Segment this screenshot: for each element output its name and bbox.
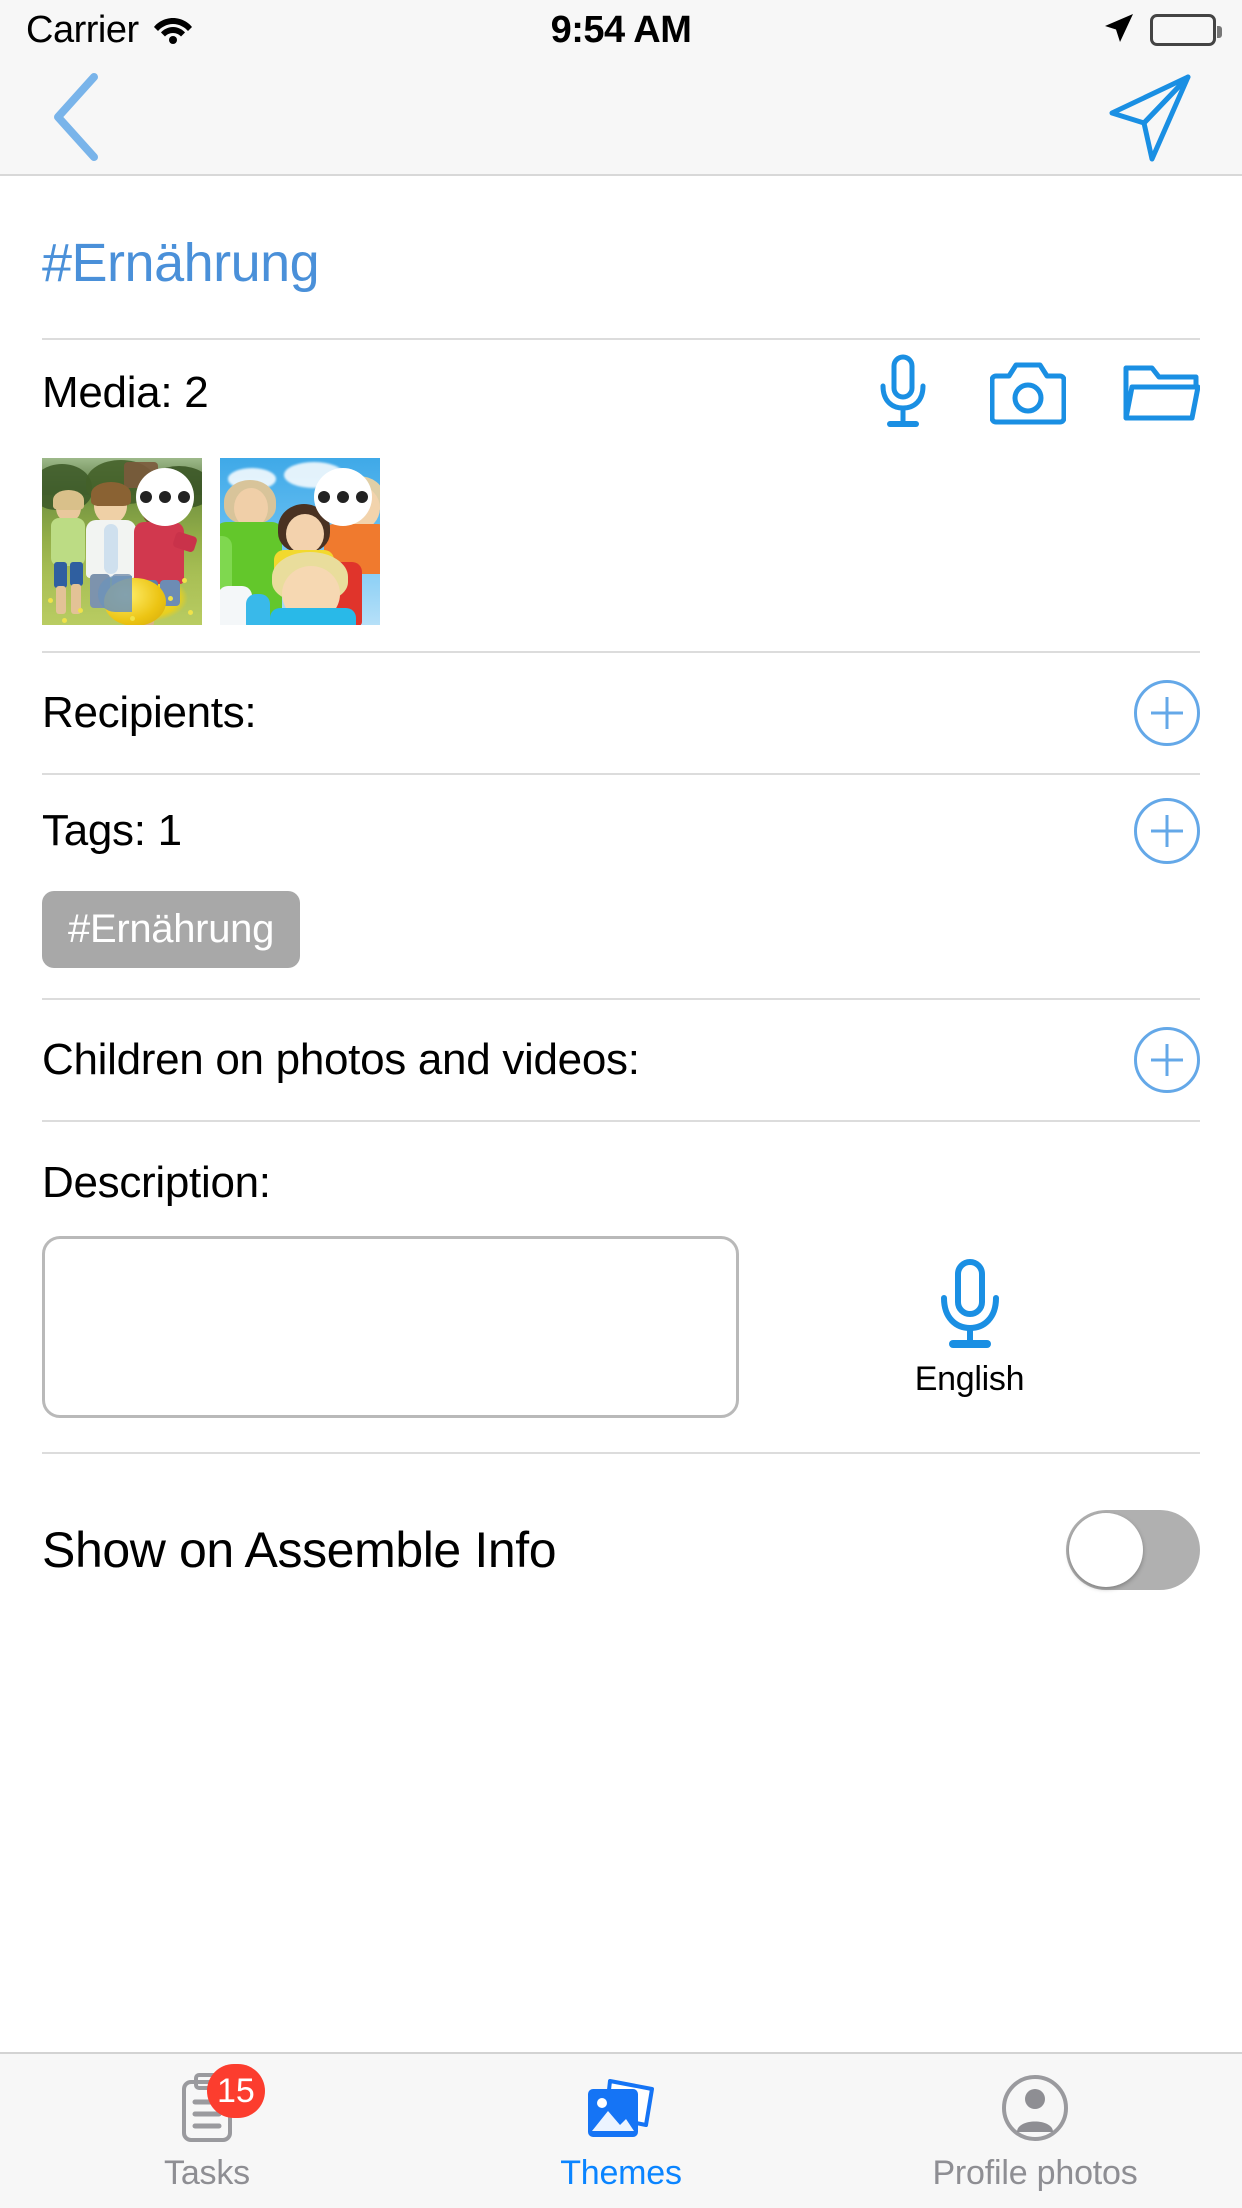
status-bar-left: Carrier [26,9,193,52]
recipients-section: Recipients: [0,653,1242,773]
tab-tasks[interactable]: 15 Tasks [0,2064,414,2193]
dot [337,491,349,503]
microphone-icon[interactable] [872,353,934,434]
carrier-label: Carrier [26,8,139,51]
tags-label: Tags: 1 [42,806,182,855]
location-arrow-icon [1102,11,1136,50]
more-options-icon[interactable] [314,468,372,526]
tab-label-profile-photos: Profile photos [932,2154,1138,2192]
media-label: Media: 2 [42,368,209,417]
media-actions [872,353,1201,434]
dot [140,491,152,503]
assemble-info-label: Show on Assemble Info [42,1522,557,1578]
tags-header: Tags: 1 [42,775,1200,887]
recipients-header: Recipients: [42,653,1200,773]
page-title: #Ernährung [42,233,320,293]
description-section: Description: English [0,1122,1242,1418]
paper-plane-send-icon [1109,74,1191,162]
description-body: English [42,1236,1200,1418]
dot [178,491,190,503]
media-header: Media: 2 [42,340,1201,446]
add-recipient-button[interactable] [1134,680,1200,746]
chevron-left-icon [54,73,98,161]
tab-bar: 15 Tasks Themes Profile photos [0,2052,1242,2208]
description-label: Description: [42,1158,271,1207]
tag-chip[interactable]: #Ernährung [42,891,301,968]
form-content: #Ernährung Media: 2 Recipients: Tags: 1 … [0,176,1242,2052]
more-options-icon[interactable] [136,468,194,526]
status-bar-right [1102,11,1222,50]
children-header: Children on photos and videos: [42,1000,1200,1120]
dot [159,491,171,503]
media-thumbnail[interactable] [42,458,202,625]
clipboard-icon: 15 [169,2064,265,2146]
back-button[interactable] [48,72,118,162]
tab-profile-photos[interactable]: Profile photos [828,2070,1242,2193]
dot [356,491,368,503]
status-bar: Carrier 9:54 AM [0,0,1242,60]
assemble-info-toggle[interactable] [1066,1510,1200,1590]
media-thumbnail-list [42,446,1200,651]
add-child-button[interactable] [1134,1027,1200,1093]
navigation-bar [0,60,1242,176]
add-tag-button[interactable] [1134,798,1200,864]
tag-chip-list: #Ernährung [42,887,1200,998]
tags-section: Tags: 1 #Ernährung [0,775,1242,998]
dot [318,491,330,503]
tab-themes[interactable]: Themes [414,2070,828,2193]
description-input[interactable] [42,1236,739,1418]
app-screen: Carrier 9:54 AM #Ernährung Media: 2 Reci… [0,0,1242,2208]
person-circle-icon [997,2070,1073,2146]
dictation-button[interactable]: English [739,1236,1200,1418]
media-section: Media: 2 [0,340,1242,651]
folder-icon[interactable] [1122,358,1201,429]
wifi-icon [153,12,193,49]
camera-icon[interactable] [989,356,1067,431]
toggle-knob [1069,1513,1143,1587]
children-label: Children on photos and videos: [42,1035,640,1084]
children-section: Children on photos and videos: [0,1000,1242,1120]
theme-title-row: #Ernährung [0,176,1242,338]
dictation-language-label: English [914,1359,1025,1398]
recipients-label: Recipients: [42,688,257,737]
tab-label-tasks: Tasks [164,2154,250,2192]
photos-icon [583,2070,659,2146]
battery-full-icon [1150,14,1222,46]
media-thumbnail[interactable] [220,458,380,625]
microphone-icon [940,1258,999,1348]
tab-label-themes: Themes [560,2154,682,2192]
assemble-info-row: Show on Assemble Info [0,1454,1242,1590]
tasks-badge: 15 [207,2064,265,2118]
send-button[interactable] [1098,67,1198,167]
